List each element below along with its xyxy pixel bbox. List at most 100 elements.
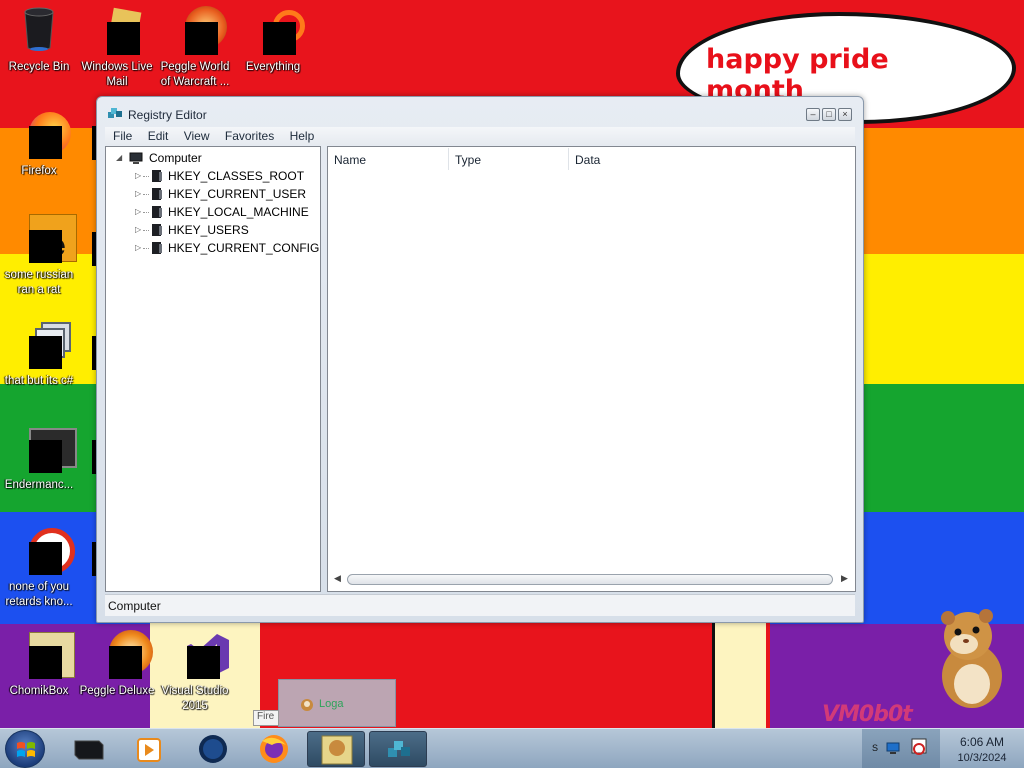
tree-item-hkey-current-config[interactable]: ▷ HKEY_CURRENT_CONFIG bbox=[106, 239, 320, 257]
desktop-icon-label: ChomikBox bbox=[9, 685, 69, 697]
desktop-icon-windows-live-mail[interactable]: Windows Live Mail bbox=[78, 6, 156, 90]
menu-file[interactable]: File bbox=[113, 127, 132, 143]
hamster-small-icon bbox=[301, 699, 313, 711]
mail-icon bbox=[93, 6, 142, 55]
status-bar: Computer bbox=[105, 594, 855, 616]
folder-key-icon bbox=[152, 242, 162, 254]
collapse-arrow-icon[interactable]: ◢ bbox=[116, 153, 124, 162]
flag-icon[interactable] bbox=[908, 737, 930, 759]
tree-item-label: Computer bbox=[149, 151, 202, 165]
tree-item-hkey-local-machine[interactable]: ▷ HKEY_LOCAL_MACHINE bbox=[106, 203, 316, 221]
desktop-icon-label: Endermanc... bbox=[4, 479, 74, 491]
close-button[interactable]: × bbox=[838, 108, 852, 121]
desktop-icon-firefox[interactable]: Firefox bbox=[0, 110, 78, 179]
column-header-data[interactable]: Data bbox=[569, 148, 853, 170]
firefox-icon bbox=[260, 735, 288, 763]
horizontal-scrollbar[interactable]: ◀ ▶ bbox=[331, 571, 851, 588]
document-icon: e bbox=[15, 214, 77, 263]
desktop-icon-none-of-you[interactable]: none of you retards kno... bbox=[0, 526, 78, 610]
scroll-right-icon[interactable]: ▶ bbox=[841, 573, 848, 584]
taskbar-item-globe[interactable] bbox=[184, 731, 242, 767]
network-icon[interactable] bbox=[886, 741, 900, 755]
window-titlebar[interactable]: Registry Editor – □ × bbox=[97, 97, 863, 127]
regedit-icon bbox=[108, 108, 122, 118]
desktop-icon-label: Visual Studio 2015 bbox=[161, 685, 229, 712]
expand-arrow-icon[interactable]: ▷ bbox=[135, 243, 143, 252]
tree-item-computer[interactable]: ◢ Computer bbox=[106, 149, 306, 167]
scrollbar-thumb[interactable] bbox=[347, 574, 833, 585]
tree-item-label: HKEY_LOCAL_MACHINE bbox=[168, 205, 309, 219]
app-round-icon bbox=[15, 526, 75, 575]
chomikbox-icon bbox=[321, 735, 353, 765]
desktop-icon-label: Firefox bbox=[21, 165, 57, 177]
firefox-icon bbox=[15, 110, 71, 159]
folder-key-icon bbox=[152, 170, 162, 182]
expand-arrow-icon[interactable]: ▷ bbox=[135, 189, 143, 198]
peggle-icon bbox=[171, 6, 227, 55]
expand-arrow-icon[interactable]: ▷ bbox=[135, 225, 143, 234]
scroll-left-icon[interactable]: ◀ bbox=[334, 573, 341, 584]
menu-help[interactable]: Help bbox=[290, 127, 315, 143]
wallpaper-drawing-cream-right bbox=[712, 620, 766, 730]
windows-logo-icon bbox=[17, 742, 35, 757]
tree-item-label: HKEY_CLASSES_ROOT bbox=[168, 169, 305, 183]
desktop-icon-label: that but its c# bbox=[4, 375, 74, 387]
tree-item-label: HKEY_CURRENT_USER bbox=[168, 187, 307, 201]
taskbar-item-chomikbox[interactable] bbox=[307, 731, 365, 767]
thumbnail-label: Loga bbox=[319, 698, 344, 710]
shortcut-icon bbox=[15, 320, 71, 369]
desktop-icon-label: none of you retards kno... bbox=[5, 581, 73, 608]
app-window-icon bbox=[15, 424, 77, 473]
taskbar-item-firefox[interactable] bbox=[245, 731, 303, 767]
registry-tree-pane[interactable]: ◢ Computer ▷ HKEY_CLASSES_ROOT ▷ HKEY_CU… bbox=[105, 146, 321, 592]
peggle-icon bbox=[93, 630, 153, 679]
folder-key-icon bbox=[152, 188, 162, 200]
terminal-icon bbox=[74, 740, 104, 760]
regedit-icon bbox=[388, 741, 410, 757]
computer-icon bbox=[129, 152, 143, 164]
desktop-icon-visual-studio-2015[interactable]: Visual Studio 2015 bbox=[156, 630, 234, 714]
desktop-icon-everything[interactable]: Everything bbox=[234, 6, 312, 75]
expand-arrow-icon[interactable]: ▷ bbox=[135, 171, 143, 180]
menu-favorites[interactable]: Favorites bbox=[225, 127, 274, 143]
hamster-image bbox=[941, 609, 1002, 708]
window-title: Registry Editor bbox=[128, 108, 207, 122]
clock[interactable]: 6:06 AM 10/3/2024 bbox=[940, 729, 1024, 768]
taskbar-thumbnail-preview[interactable]: Loga bbox=[278, 679, 396, 727]
desktop-icon-that-but-its-csharp[interactable]: that but its c# bbox=[0, 320, 78, 389]
media-player-icon bbox=[137, 738, 161, 762]
tree-item-hkey-classes-root[interactable]: ▷ HKEY_CLASSES_ROOT bbox=[106, 167, 316, 185]
registry-editor-window[interactable]: Registry Editor – □ × File Edit View Fav… bbox=[96, 96, 864, 623]
menu-view[interactable]: View bbox=[184, 127, 210, 143]
taskbar-item-regedit[interactable] bbox=[369, 731, 427, 767]
start-button[interactable] bbox=[5, 730, 45, 768]
taskbar-item-media-player[interactable] bbox=[120, 731, 178, 767]
desktop-icon-recycle-bin[interactable]: Recycle Bin bbox=[0, 6, 78, 75]
column-header-name[interactable]: Name bbox=[328, 148, 449, 170]
desktop-icon-label: Everything bbox=[245, 61, 301, 73]
desktop-icon-peggle-deluxe[interactable]: Peggle Deluxe bbox=[78, 630, 156, 699]
tree-item-label: HKEY_USERS bbox=[168, 223, 249, 237]
tray-text: S bbox=[872, 743, 879, 753]
desktop-icon-some-russian-ran-a-rat[interactable]: e some russian ran a rat bbox=[0, 214, 78, 298]
column-header-type[interactable]: Type bbox=[449, 148, 569, 170]
maximize-button[interactable]: □ bbox=[822, 108, 836, 121]
tree-item-hkey-users[interactable]: ▷ HKEY_USERS bbox=[106, 221, 316, 239]
taskbar-item-terminal[interactable] bbox=[59, 731, 117, 767]
tooltip: Fire bbox=[253, 710, 279, 726]
desktop-icon-label: Recycle Bin bbox=[8, 61, 70, 73]
vm-watermark: VM0b0t bbox=[822, 702, 913, 727]
visual-studio-icon bbox=[171, 630, 229, 679]
everything-icon bbox=[249, 6, 305, 55]
minimize-button[interactable]: – bbox=[806, 108, 820, 121]
desktop-icon-endermanch[interactable]: Endermanc... bbox=[0, 424, 78, 493]
desktop-icon-peggle-wow[interactable]: Peggle World of Warcraft ... bbox=[156, 6, 234, 90]
desktop-icon-label: Peggle World of Warcraft ... bbox=[160, 61, 230, 88]
tree-item-label: HKEY_CURRENT_CONFIG bbox=[168, 241, 320, 255]
desktop-icon-chomikbox[interactable]: x ChomikBox bbox=[0, 630, 78, 699]
menu-edit[interactable]: Edit bbox=[148, 127, 169, 143]
tree-item-hkey-current-user[interactable]: ▷ HKEY_CURRENT_USER bbox=[106, 185, 316, 203]
expand-arrow-icon[interactable]: ▷ bbox=[135, 207, 143, 216]
recycle-bin-icon bbox=[15, 6, 63, 54]
registry-values-pane[interactable]: Name Type Data ◀ ▶ bbox=[327, 146, 856, 592]
